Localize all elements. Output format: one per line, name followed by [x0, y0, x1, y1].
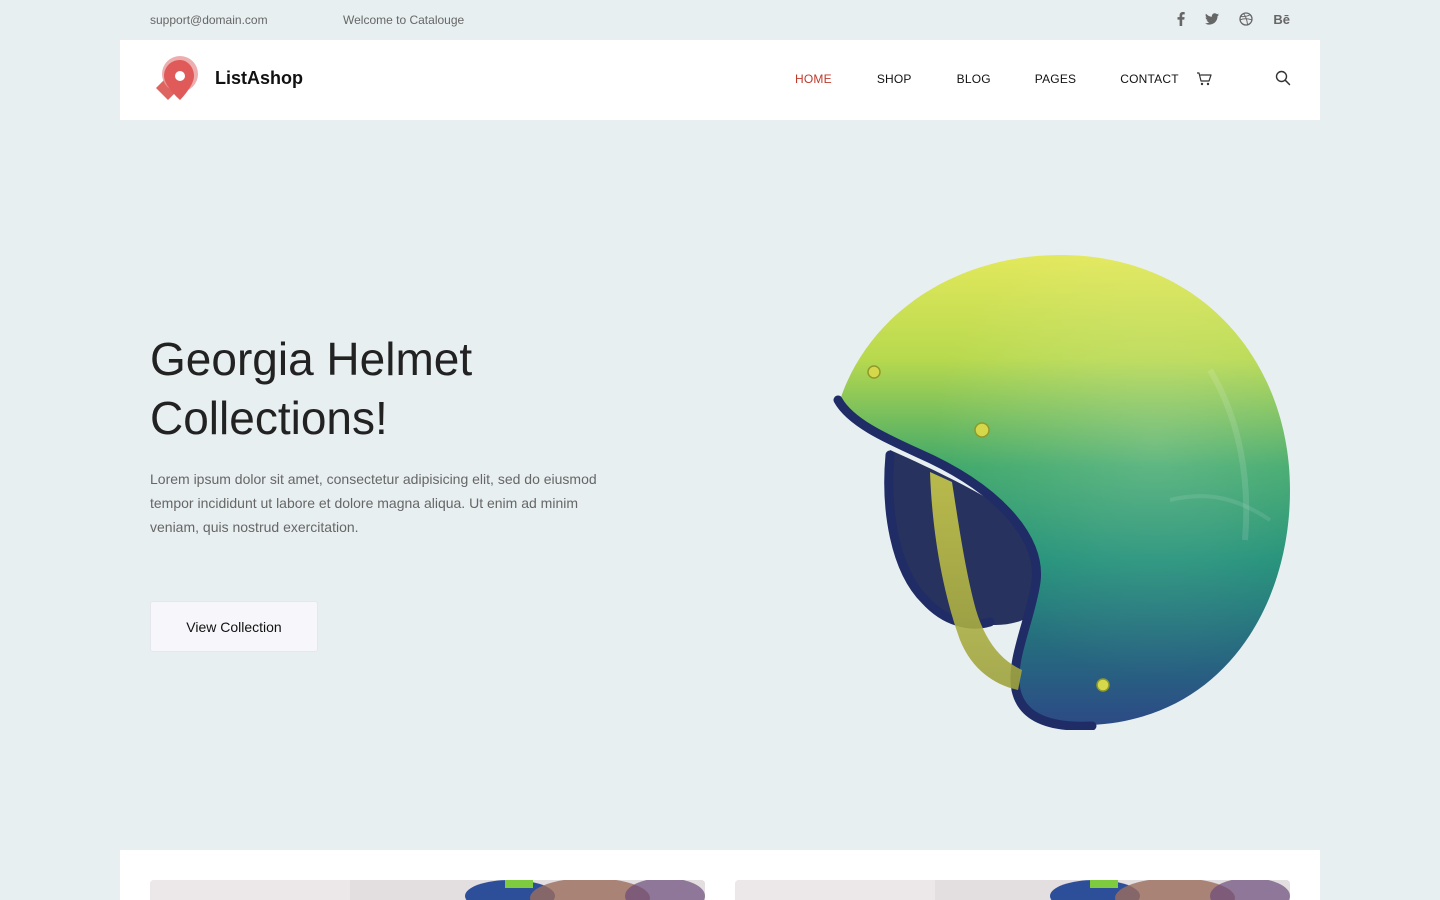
top-bar: support@domain.com Welcome to Catalouge …: [120, 0, 1320, 40]
twitter-icon[interactable]: [1205, 11, 1220, 27]
nav-home[interactable]: HOME: [795, 72, 832, 86]
product-card-image[interactable]: [150, 880, 705, 900]
product-card-image[interactable]: [735, 880, 1290, 900]
support-email[interactable]: support@domain.com: [150, 13, 268, 27]
site-header: ListAshop HOME SHOP BLOG PAGES CONTACT: [120, 40, 1320, 120]
hero-description: Lorem ipsum dolor sit amet, consectetur …: [150, 467, 620, 539]
facebook-icon[interactable]: [1177, 11, 1186, 27]
hero-description-line: tempor incididunt ut labore et dolore ma…: [150, 495, 579, 511]
hero-description-line: Lorem ipsum dolor sit amet, consectetur …: [150, 471, 597, 487]
nav-shop[interactable]: SHOP: [877, 72, 912, 86]
nav-blog[interactable]: BLOG: [957, 72, 991, 86]
helmet-image: [833, 255, 1290, 730]
featured-products-panel: [120, 850, 1320, 900]
logo-icon[interactable]: [150, 54, 202, 106]
view-collection-button[interactable]: View Collection: [150, 601, 318, 652]
hero-description-line: veniam, quis nostrud exercitation.: [150, 519, 359, 535]
cart-icon[interactable]: [1196, 71, 1212, 87]
nav-pages[interactable]: PAGES: [1035, 72, 1076, 86]
search-icon[interactable]: [1275, 70, 1291, 86]
social-links: Bē: [1177, 11, 1290, 27]
hero-title-line: Collections!: [150, 392, 388, 444]
dribbble-icon[interactable]: [1239, 11, 1254, 27]
behance-icon[interactable]: Bē: [1273, 11, 1290, 27]
hero-title: Georgia Helmet Collections!: [150, 330, 670, 448]
hero-title-line: Georgia Helmet: [150, 333, 473, 385]
brand-name[interactable]: ListAshop: [215, 68, 303, 89]
nav-contact[interactable]: CONTACT: [1120, 72, 1179, 86]
welcome-text: Welcome to Catalouge: [343, 13, 465, 27]
main-nav: HOME SHOP BLOG PAGES CONTACT: [795, 72, 1179, 86]
